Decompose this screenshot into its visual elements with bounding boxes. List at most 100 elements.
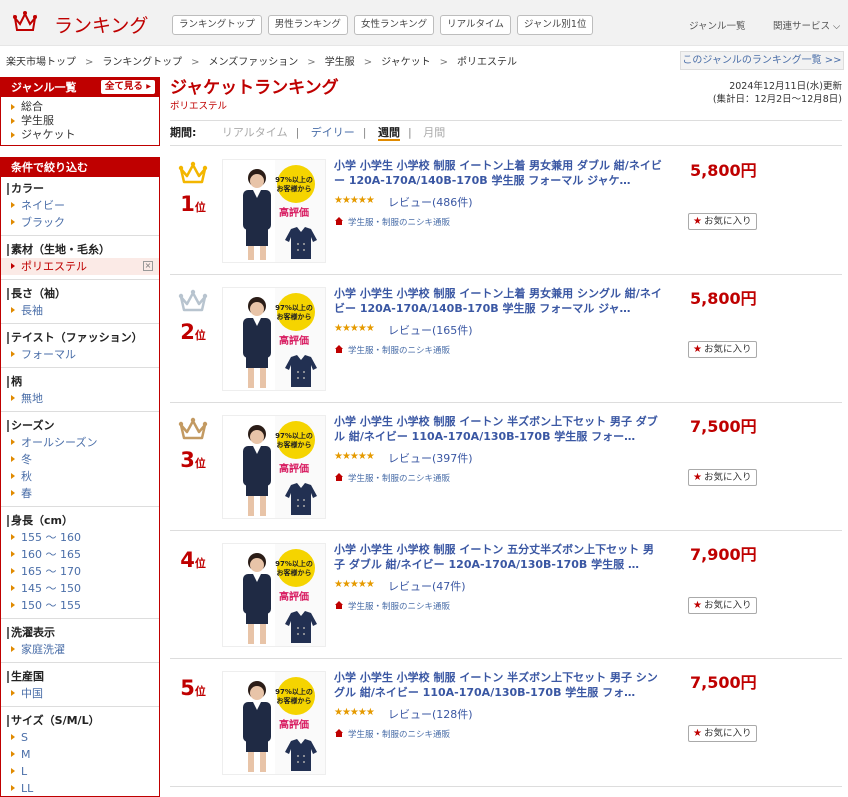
nav-female-ranking[interactable]: 女性ランキング — [353, 15, 435, 35]
product-price: 5,800円 — [690, 161, 757, 180]
filter-option[interactable]: ブラック — [1, 214, 159, 231]
filter-option-label: 165 ～ 170 — [21, 565, 81, 578]
add-favorite-button[interactable]: ★ お気に入り — [688, 469, 758, 486]
rating-badge-text: 97%以上の お客様から — [275, 688, 313, 705]
filter-option[interactable]: ネイビー — [1, 197, 159, 214]
filter-option[interactable]: M — [1, 746, 159, 763]
filter-option[interactable]: オールシーズン — [1, 434, 159, 451]
shop-name-link[interactable]: 学生服・制服のニシキ通販 — [348, 600, 450, 612]
filter-heading: 素材（生地・毛糸） — [1, 242, 159, 258]
product-thumbnail[interactable]: 97%以上の お客様から 高評価 — [222, 543, 326, 647]
filter-option[interactable]: フォーマル — [1, 346, 159, 363]
high-rating-label: 高評価 — [279, 208, 309, 219]
shop-name-link[interactable]: 学生服・制服のニシキ通販 — [348, 728, 450, 740]
filter-option[interactable]: 155 ～ 160 — [1, 529, 159, 546]
filter-option[interactable]: 160 ～ 165 — [1, 546, 159, 563]
period-weekly[interactable]: 週間 — [378, 126, 401, 141]
review-count-link[interactable]: レビュー(47件) — [388, 578, 466, 594]
product-title-link[interactable]: 小学 小学生 小学校 制服 イートン 半ズボン上下セット 男子 シングル 紺/ネ… — [334, 670, 664, 700]
filter-option[interactable]: 145 ～ 150 — [1, 580, 159, 597]
rank-number: 3位 — [180, 448, 206, 472]
product-title-link[interactable]: 小学 小学生 小学校 制服 イートン 五分丈半ズボン上下セット 男子 ダブル 紺… — [334, 542, 664, 572]
filter-option[interactable]: 家庭洗濯 — [1, 641, 159, 658]
crown-logo-icon[interactable] — [12, 10, 38, 34]
product-title-link[interactable]: 小学 小学生 小学校 制服 イートン上着 男女兼用 シングル 紺/ネイビー 12… — [334, 286, 664, 316]
filter-box: 条件で絞り込む カラー ネイビー ブラック 素材（生地・毛糸） ポリエステル × 長さ（袖）… — [0, 157, 160, 797]
add-favorite-button[interactable]: ★ お気に入り — [688, 725, 758, 742]
star-icon: ★ — [693, 728, 702, 739]
add-favorite-button[interactable]: ★ お気に入り — [688, 213, 758, 230]
shop-name-link[interactable]: 学生服・制服のニシキ通販 — [348, 472, 450, 484]
star-rating: ★★★★★ — [334, 323, 375, 334]
rank-badge: 1位 — [176, 160, 210, 216]
genre-item-jacket[interactable]: ジャケット — [1, 128, 159, 142]
rating-badge-text: 97%以上の お客様から — [275, 432, 313, 449]
product-title-link[interactable]: 小学 小学生 小学校 制服 イートン 半ズボン上下セット 男子 ダブル 紺/ネイ… — [334, 414, 664, 444]
filter-divider — [1, 506, 159, 507]
filter-heading: 身長（cm） — [1, 513, 159, 529]
nav-male-ranking[interactable]: 男性ランキング — [267, 15, 348, 35]
nav-ranking-top[interactable]: ランキングトップ — [172, 15, 262, 35]
filter-option[interactable]: 長袖 — [1, 302, 159, 319]
genre-item-school-uniform[interactable]: 学生服 — [1, 114, 159, 128]
clear-filter-icon[interactable]: × — [143, 261, 153, 271]
review-count-link[interactable]: レビュー(486件) — [388, 194, 473, 210]
product-price: 5,800円 — [690, 289, 757, 308]
rank-crown-icon — [178, 161, 208, 184]
period-realtime[interactable]: リアルタイム — [222, 126, 288, 139]
product-thumbnail[interactable]: 97%以上の お客様から 高評価 — [222, 671, 326, 775]
filter-option[interactable]: LL — [1, 780, 159, 797]
review-count-link[interactable]: レビュー(165件) — [388, 322, 473, 338]
rating-badge-text: 97%以上の お客様から — [275, 560, 313, 577]
product-price: 7,500円 — [690, 417, 757, 436]
product-thumbnail[interactable]: 97%以上の お客様から 高評価 — [222, 415, 326, 519]
breadcrumb: 楽天市場トップ > ランキングトップ > メンズファッション > 学生服 > ジャケット > ポリエ… — [6, 57, 517, 68]
rank-number: 4位 — [180, 548, 206, 572]
shop-icon — [335, 217, 343, 225]
add-favorite-button[interactable]: ★ お気に入り — [688, 597, 758, 614]
nav-genre-first[interactable]: ジャンル別1位 — [516, 15, 594, 35]
product-thumbnail[interactable]: 97%以上の お客様から 高評価 — [222, 159, 326, 263]
filter-option[interactable]: 165 ～ 170 — [1, 563, 159, 580]
genre-list-link[interactable]: ジャンル一覧 — [689, 18, 746, 32]
ranking-title[interactable]: ランキング — [54, 11, 148, 38]
filter-option-label: 155 ～ 160 — [21, 531, 81, 544]
crumb-mens-fashion[interactable]: メンズファッション — [208, 57, 298, 68]
page-subtitle[interactable]: ポリエステル — [170, 98, 227, 112]
add-favorite-button[interactable]: ★ お気に入り — [688, 341, 758, 358]
genre-item-overall[interactable]: 総合 — [1, 100, 159, 114]
product-title-link[interactable]: 小学 小学生 小学校 制服 イートン上着 男女兼用 ダブル 紺/ネイビー 120… — [334, 158, 664, 188]
filter-option[interactable]: S — [1, 729, 159, 746]
filter-option[interactable]: 150 ～ 155 — [1, 597, 159, 614]
filter-option[interactable]: 無地 — [1, 390, 159, 407]
rank-number: 5位 — [180, 676, 206, 700]
review-count-link[interactable]: レビュー(397件) — [388, 450, 473, 466]
period-daily[interactable]: デイリー — [311, 126, 355, 139]
crumb-jacket[interactable]: ジャケット — [381, 57, 431, 68]
filter-divider — [1, 662, 159, 663]
update-info: 2024年12月11日(水)更新 (集計日：12月2日～12月8日) — [713, 80, 842, 106]
crumb-rakuten-top[interactable]: 楽天市場トップ — [6, 57, 76, 68]
filter-heading: 柄 — [1, 374, 159, 390]
filter-heading: カラー — [1, 181, 159, 197]
updated-date: 2024年12月11日(水)更新 — [729, 81, 842, 92]
nav-realtime[interactable]: リアルタイム — [440, 15, 511, 35]
genre-ranking-list-link[interactable]: このジャンルのランキング一覧 >> — [680, 51, 844, 70]
crumb-ranking-top[interactable]: ランキングトップ — [102, 57, 182, 68]
filter-option[interactable]: 春 — [1, 485, 159, 502]
see-all-button[interactable]: 全て見る ▸ — [100, 80, 155, 94]
shop-name-link[interactable]: 学生服・制服のニシキ通販 — [348, 216, 450, 228]
shop-name-link[interactable]: 学生服・制服のニシキ通販 — [348, 344, 450, 356]
crumb-polyester[interactable]: ポリエステル — [457, 57, 517, 68]
filter-option[interactable]: L — [1, 763, 159, 780]
product-thumbnail[interactable]: 97%以上の お客様から 高評価 — [222, 287, 326, 391]
related-services-link[interactable]: 関連サービス ⌵ — [773, 18, 840, 32]
crumb-school-uniform[interactable]: 学生服 — [325, 57, 355, 68]
review-count-link[interactable]: レビュー(128件) — [388, 706, 473, 722]
filter-option[interactable]: 中国 — [1, 685, 159, 702]
filter-option[interactable]: 秋 — [1, 468, 159, 485]
filter-heading: シーズン — [1, 418, 159, 434]
filter-option[interactable]: ポリエステル × — [1, 258, 159, 275]
filter-option[interactable]: 冬 — [1, 451, 159, 468]
rank-number: 1位 — [180, 192, 206, 216]
